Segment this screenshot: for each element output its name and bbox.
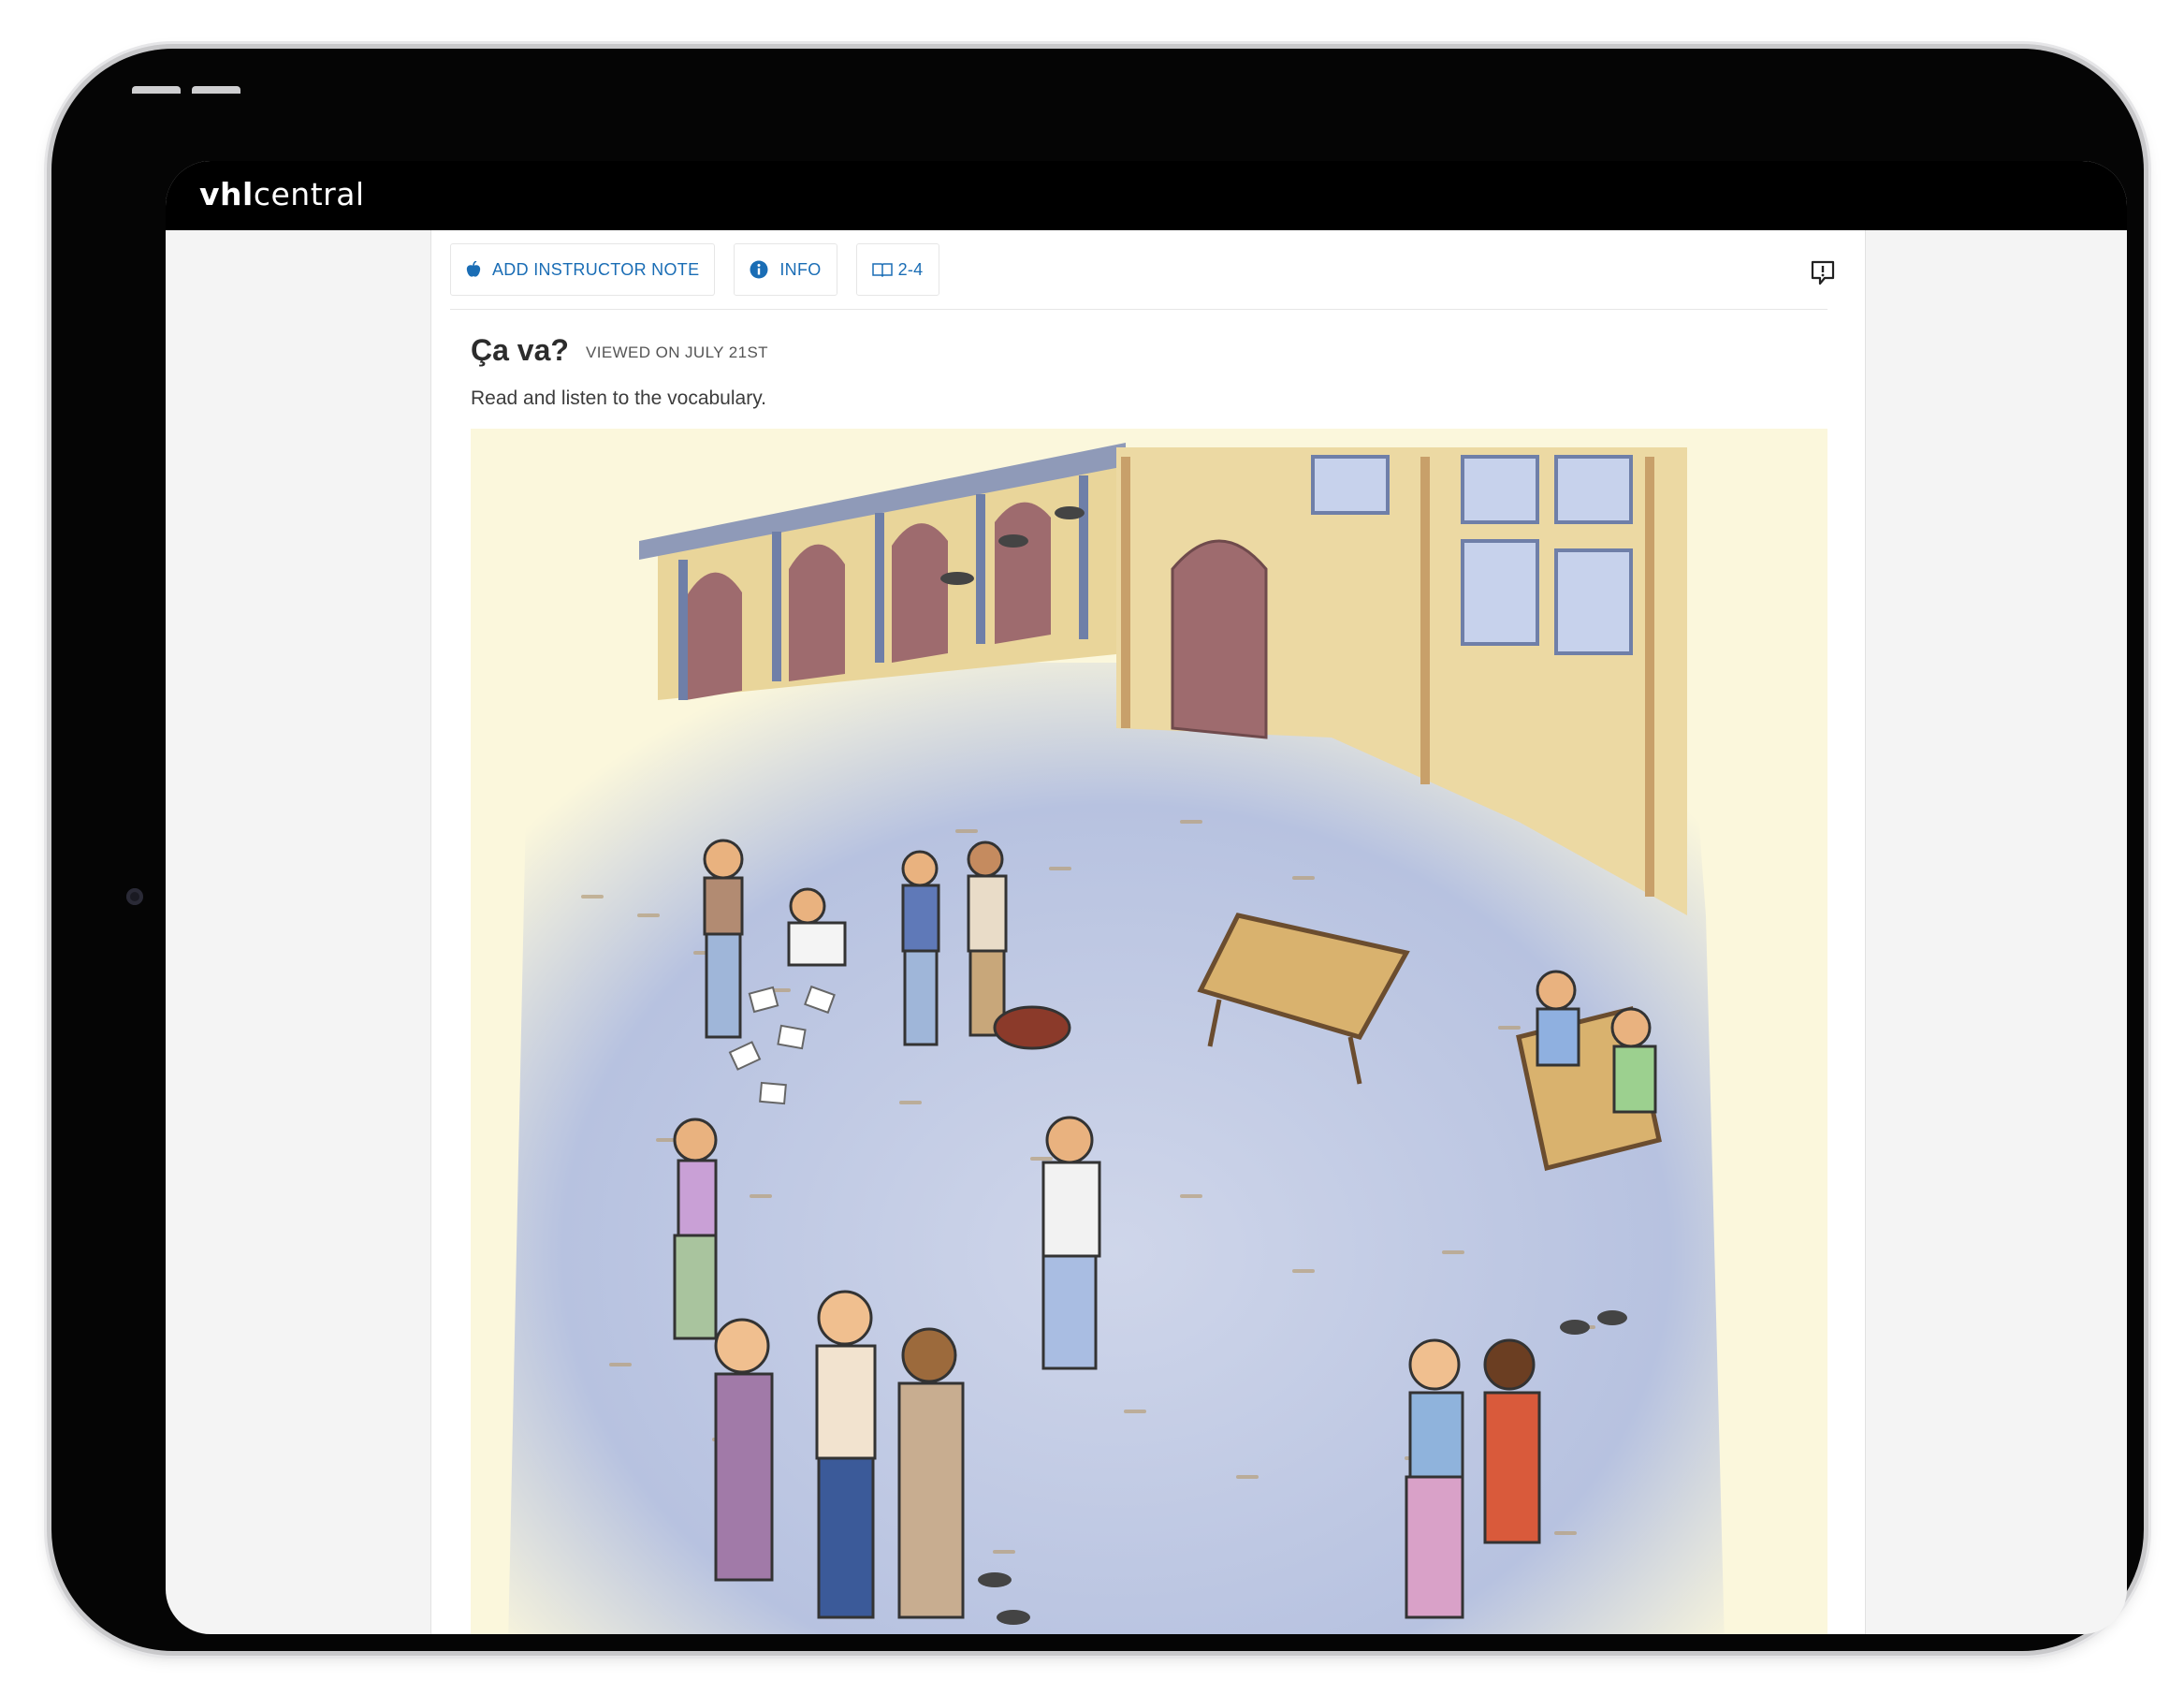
volume-button <box>132 86 181 94</box>
vocabulary-illustration <box>471 429 1827 1634</box>
activity-panel: ADD INSTRUCTOR NOTE INFO 2-4 Ça va? VIEW… <box>430 230 1866 1634</box>
tablet-frame: vhlcentral ADD INSTRUCTOR NOTE INFO 2-4 … <box>51 49 2144 1651</box>
activity-title: Ça va? <box>471 333 569 367</box>
volume-button <box>192 86 240 94</box>
viewed-date: VIEWED ON JULY 21ST <box>586 343 768 361</box>
page-reference-button[interactable]: 2-4 <box>855 243 939 296</box>
top-navbar: vhlcentral <box>166 161 2127 230</box>
book-icon <box>871 262 893 277</box>
activity-toolbar: ADD INSTRUCTOR NOTE INFO 2-4 <box>450 243 939 296</box>
camera <box>126 888 143 905</box>
activity-instructions: Read and listen to the vocabulary. <box>471 387 766 409</box>
page-reference-label: 2-4 <box>897 259 924 279</box>
add-instructor-note-button[interactable]: ADD INSTRUCTOR NOTE <box>450 243 716 296</box>
add-instructor-note-label: ADD INSTRUCTOR NOTE <box>492 259 700 279</box>
feedback-icon[interactable] <box>1809 258 1837 286</box>
info-button[interactable]: INFO <box>734 243 837 296</box>
apple-icon <box>466 261 481 278</box>
screen: vhlcentral ADD INSTRUCTOR NOTE INFO 2-4 … <box>166 161 2127 1634</box>
info-icon <box>750 260 768 279</box>
vhlcentral-logo[interactable]: vhlcentral <box>199 176 365 212</box>
toolbar-divider <box>450 309 1827 310</box>
info-label: INFO <box>779 259 822 279</box>
